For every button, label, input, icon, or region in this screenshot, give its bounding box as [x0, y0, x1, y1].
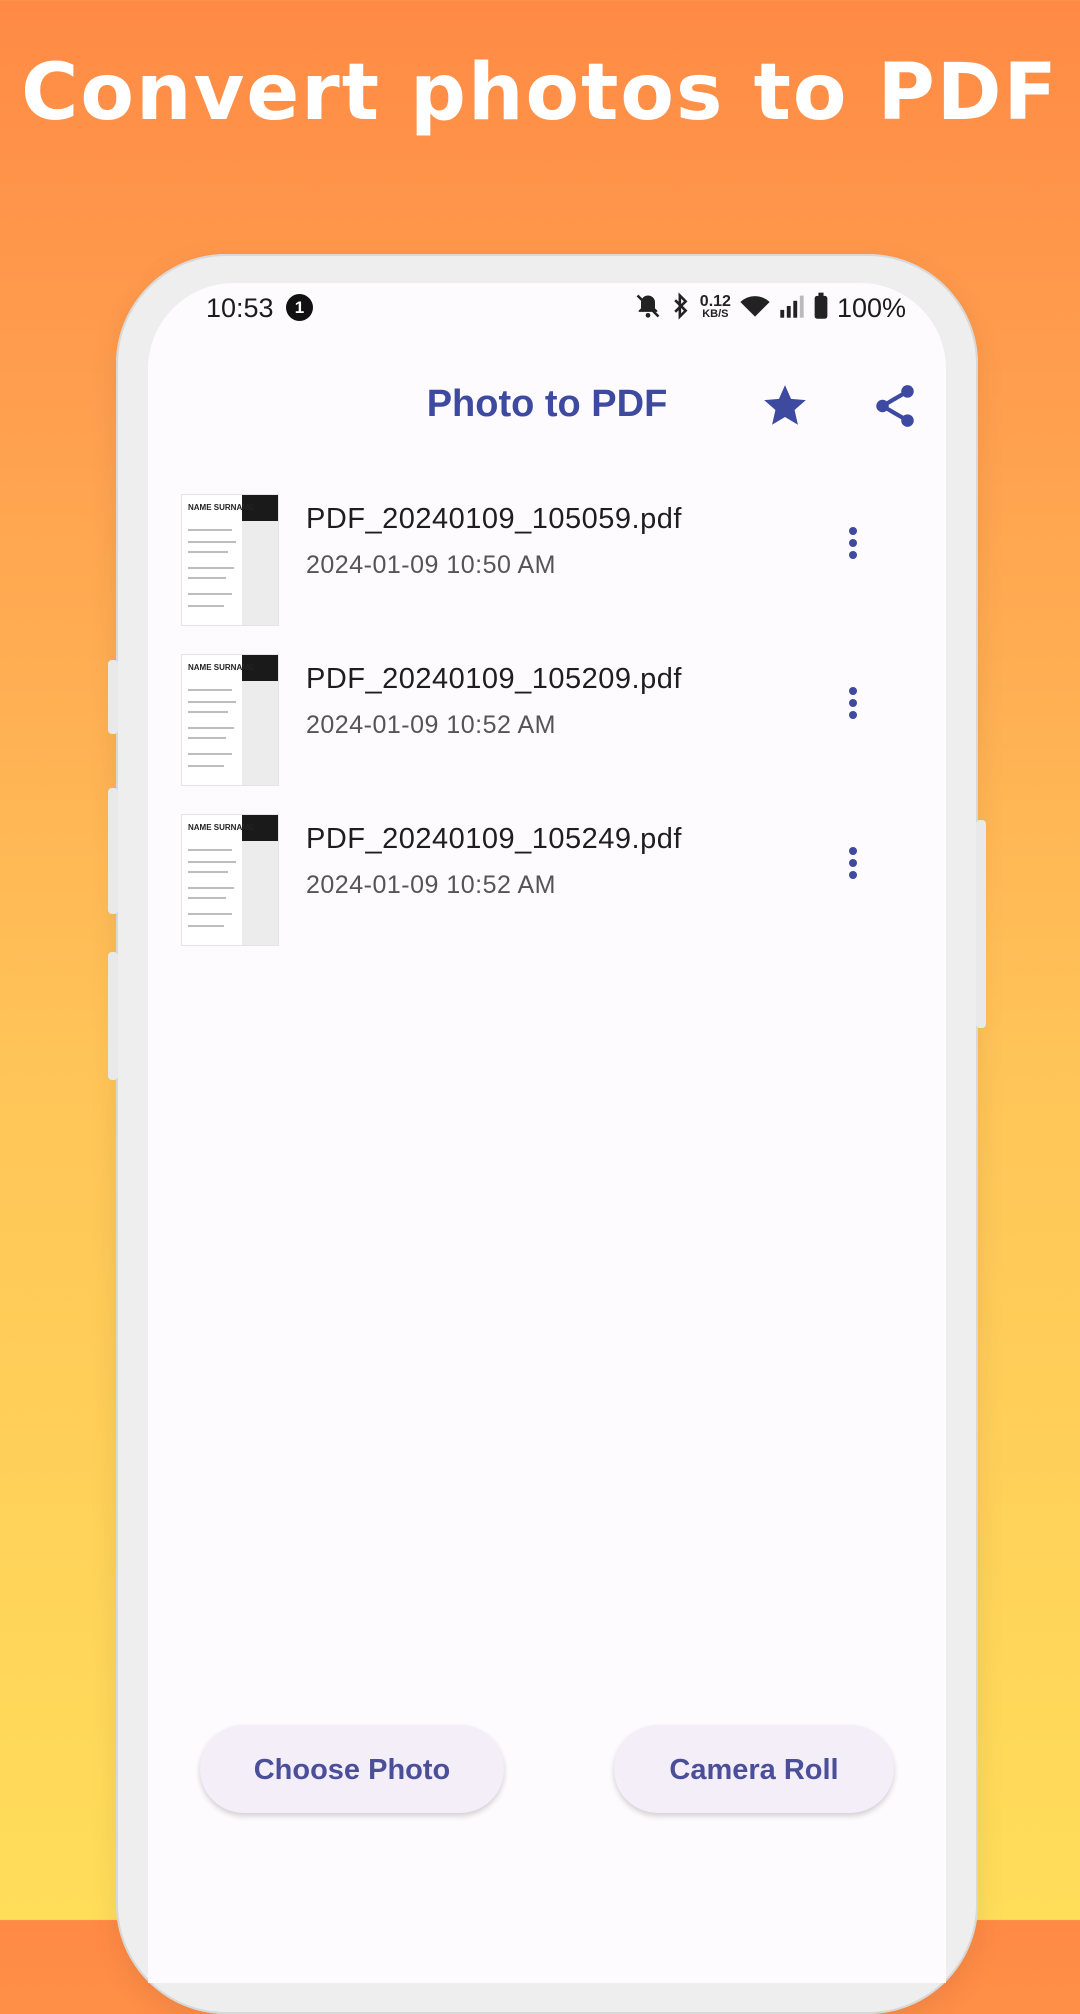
- status-bar: 10:53 1 0.12 KB/S 100%: [148, 283, 946, 353]
- pdf-thumbnail: NAME SURNAME: [182, 655, 278, 785]
- file-list-item[interactable]: NAME SURNAME PDF_20240109_105209.pdf 202…: [148, 645, 946, 795]
- app-title: Photo to PDF: [426, 383, 668, 425]
- more-vert-icon: [838, 527, 868, 559]
- bell-muted-icon: [634, 292, 662, 324]
- phone-side-button: [108, 952, 118, 1080]
- pdf-thumbnail: NAME SURNAME: [182, 815, 278, 945]
- bluetooth-icon: [670, 292, 692, 324]
- battery-icon: [813, 292, 829, 324]
- promo-headline: Convert photos to PDF: [21, 48, 1059, 138]
- choose-photo-button[interactable]: Choose Photo: [200, 1725, 504, 1813]
- share-icon: [870, 385, 920, 435]
- battery-percentage: 100%: [836, 292, 906, 323]
- share-button[interactable]: [870, 381, 920, 431]
- more-vert-icon: [838, 847, 868, 879]
- file-name: PDF_20240109_105249.pdf: [306, 823, 682, 855]
- phone-power-button: [976, 820, 986, 1028]
- file-more-button[interactable]: [838, 683, 868, 733]
- network-speed: 0.12 KB/S: [699, 293, 731, 321]
- notification-badge: 1: [286, 294, 313, 321]
- file-name: PDF_20240109_105209.pdf: [306, 663, 682, 695]
- wifi-icon: [739, 292, 771, 324]
- camera-roll-button[interactable]: Camera Roll: [614, 1725, 894, 1813]
- app-screen: 10:53 1 0.12 KB/S 100% Photo to PDF NAME…: [148, 283, 946, 1983]
- signal-icon: [779, 292, 805, 324]
- file-date: 2024-01-09 10:52 AM: [306, 711, 556, 739]
- pdf-thumbnail: NAME SURNAME: [182, 495, 278, 625]
- favorites-button[interactable]: [760, 381, 810, 431]
- file-more-button[interactable]: [838, 843, 868, 893]
- file-more-button[interactable]: [838, 523, 868, 573]
- status-time: 10:53: [206, 293, 274, 323]
- file-list-item[interactable]: NAME SURNAME PDF_20240109_105249.pdf 202…: [148, 805, 946, 955]
- star-icon: [760, 385, 810, 435]
- file-date: 2024-01-09 10:50 AM: [306, 551, 556, 579]
- phone-side-button: [108, 788, 118, 914]
- file-date: 2024-01-09 10:52 AM: [306, 871, 556, 899]
- more-vert-icon: [838, 687, 868, 719]
- phone-side-button: [108, 660, 118, 734]
- file-list-item[interactable]: NAME SURNAME PDF_20240109_105059.pdf 202…: [148, 485, 946, 635]
- file-name: PDF_20240109_105059.pdf: [306, 503, 682, 535]
